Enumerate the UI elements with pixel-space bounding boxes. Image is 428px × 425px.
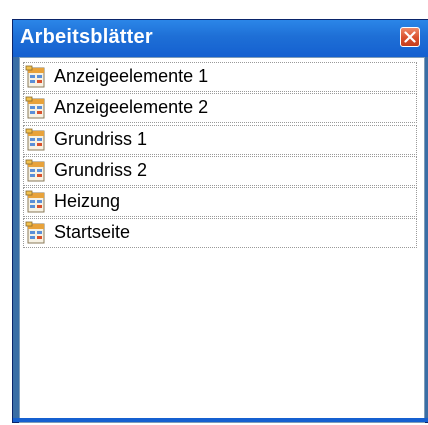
worksheet-icon	[25, 159, 45, 182]
worksheet-list: Anzeigeelemente 1 Anzeigeelemente 2 Grun…	[23, 62, 417, 250]
worksheets-panel: Arbeitsblätter Anzeigeelemente 1 Anzeige…	[12, 19, 428, 423]
worksheet-label: Startseite	[54, 222, 131, 243]
worksheet-label: Anzeigeelemente 2	[54, 97, 209, 118]
worksheet-icon	[25, 65, 45, 88]
worksheet-item-grundriss-1[interactable]: Grundriss 1	[23, 124, 417, 155]
panel-titlebar[interactable]: Arbeitsblätter	[13, 20, 428, 57]
worksheet-label: Grundriss 1	[54, 128, 148, 149]
worksheet-list-area: Anzeigeelemente 1 Anzeigeelemente 2 Grun…	[19, 57, 425, 423]
panel-title: Arbeitsblätter	[20, 26, 153, 48]
worksheet-item-grundriss-2[interactable]: Grundriss 2	[23, 155, 417, 186]
worksheet-icon	[25, 128, 45, 151]
worksheet-item-startseite[interactable]: Startseite	[23, 218, 417, 249]
worksheet-item-anzeigeelemente-1[interactable]: Anzeigeelemente 1	[23, 62, 417, 92]
worksheet-icon	[25, 96, 45, 119]
panel-bottom-border	[13, 418, 428, 422]
worksheet-label: Heizung	[54, 191, 121, 212]
worksheet-item-heizung[interactable]: Heizung	[23, 187, 417, 218]
worksheet-icon	[25, 190, 45, 213]
close-button[interactable]	[400, 27, 420, 47]
worksheet-label: Grundriss 2	[54, 159, 148, 180]
close-icon	[404, 31, 416, 43]
worksheet-label: Anzeigeelemente 1	[54, 66, 209, 86]
worksheet-item-anzeigeelemente-2[interactable]: Anzeigeelemente 2	[23, 93, 417, 124]
worksheet-icon	[25, 222, 45, 244]
